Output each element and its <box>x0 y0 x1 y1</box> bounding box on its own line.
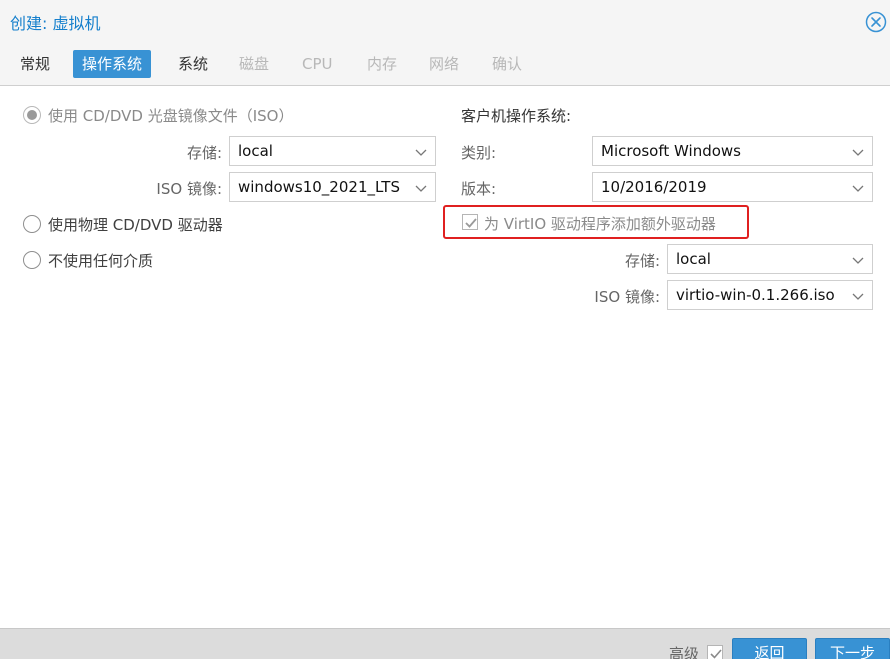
chevron-down-icon <box>852 257 864 264</box>
checkmark-icon <box>710 649 722 659</box>
checkmark-icon <box>465 218 477 228</box>
back-button[interactable]: 返回 <box>732 638 807 659</box>
virtio-iso-label: ISO 镜像: <box>594 288 660 306</box>
advanced-checkbox[interactable] <box>707 645 723 659</box>
virtio-storage-select[interactable]: local <box>667 244 873 274</box>
guest-os-heading: 客户机操作系统: <box>461 107 572 125</box>
advanced-label: 高级 <box>669 645 700 659</box>
virtio-storage-label: 存储: <box>624 252 660 270</box>
chevron-down-icon <box>415 149 427 156</box>
dialog-header: 创建: 虚拟机 <box>0 0 890 42</box>
storage-select[interactable]: local <box>229 136 436 166</box>
close-button[interactable] <box>865 11 887 33</box>
os-type-select-value: Microsoft Windows <box>601 142 741 160</box>
virtio-checkbox-label: 为 VirtIO 驱动程序添加额外驱动器 <box>484 215 716 233</box>
iso-image-label: ISO 镜像: <box>156 180 222 198</box>
os-type-select[interactable]: Microsoft Windows <box>592 136 873 166</box>
tab-disks: 磁盘 <box>239 55 270 73</box>
tab-system[interactable]: 系统 <box>169 50 217 78</box>
dialog-footer: 高级 返回 下一步 <box>0 628 890 659</box>
iso-image-radio[interactable] <box>23 106 41 124</box>
iso-image-select-value: windows10_2021_LTS <box>238 178 400 196</box>
tab-confirm: 确认 <box>492 55 523 73</box>
chevron-down-icon <box>415 185 427 192</box>
virtio-iso-select[interactable]: virtio-win-0.1.266.iso <box>667 280 873 310</box>
wizard-tab-bar: 常规 操作系统 系统 磁盘 CPU 内存 网络 确认 <box>0 42 890 86</box>
physical-drive-radio[interactable] <box>23 215 41 233</box>
storage-label: 存储: <box>186 144 222 162</box>
iso-image-option-label: 使用 CD/DVD 光盘镜像文件（ISO） <box>48 107 294 125</box>
tab-memory: 内存 <box>367 55 398 73</box>
physical-drive-option-label: 使用物理 CD/DVD 驱动器 <box>48 216 223 234</box>
tab-cpu: CPU <box>302 55 333 73</box>
os-version-select[interactable]: 10/2016/2019 <box>592 172 873 202</box>
tab-os[interactable]: 操作系统 <box>73 50 152 78</box>
chevron-down-icon <box>852 293 864 300</box>
virtio-iso-select-value: virtio-win-0.1.266.iso <box>676 286 835 304</box>
close-circle-icon <box>865 11 887 33</box>
next-button[interactable]: 下一步 <box>815 638 890 659</box>
storage-select-value: local <box>238 142 273 160</box>
virtio-storage-select-value: local <box>676 250 711 268</box>
dialog-title: 创建: 虚拟机 <box>10 14 101 33</box>
tab-general[interactable]: 常规 <box>11 50 59 78</box>
chevron-down-icon <box>852 185 864 192</box>
no-media-option-label: 不使用任何介质 <box>48 252 154 270</box>
chevron-down-icon <box>852 149 864 156</box>
os-type-label: 类别: <box>461 144 497 162</box>
no-media-radio[interactable] <box>23 251 41 269</box>
iso-image-select[interactable]: windows10_2021_LTS <box>229 172 436 202</box>
os-version-select-value: 10/2016/2019 <box>601 178 707 196</box>
os-version-label: 版本: <box>461 180 497 198</box>
virtio-checkbox[interactable] <box>462 214 478 230</box>
tab-network: 网络 <box>429 55 460 73</box>
